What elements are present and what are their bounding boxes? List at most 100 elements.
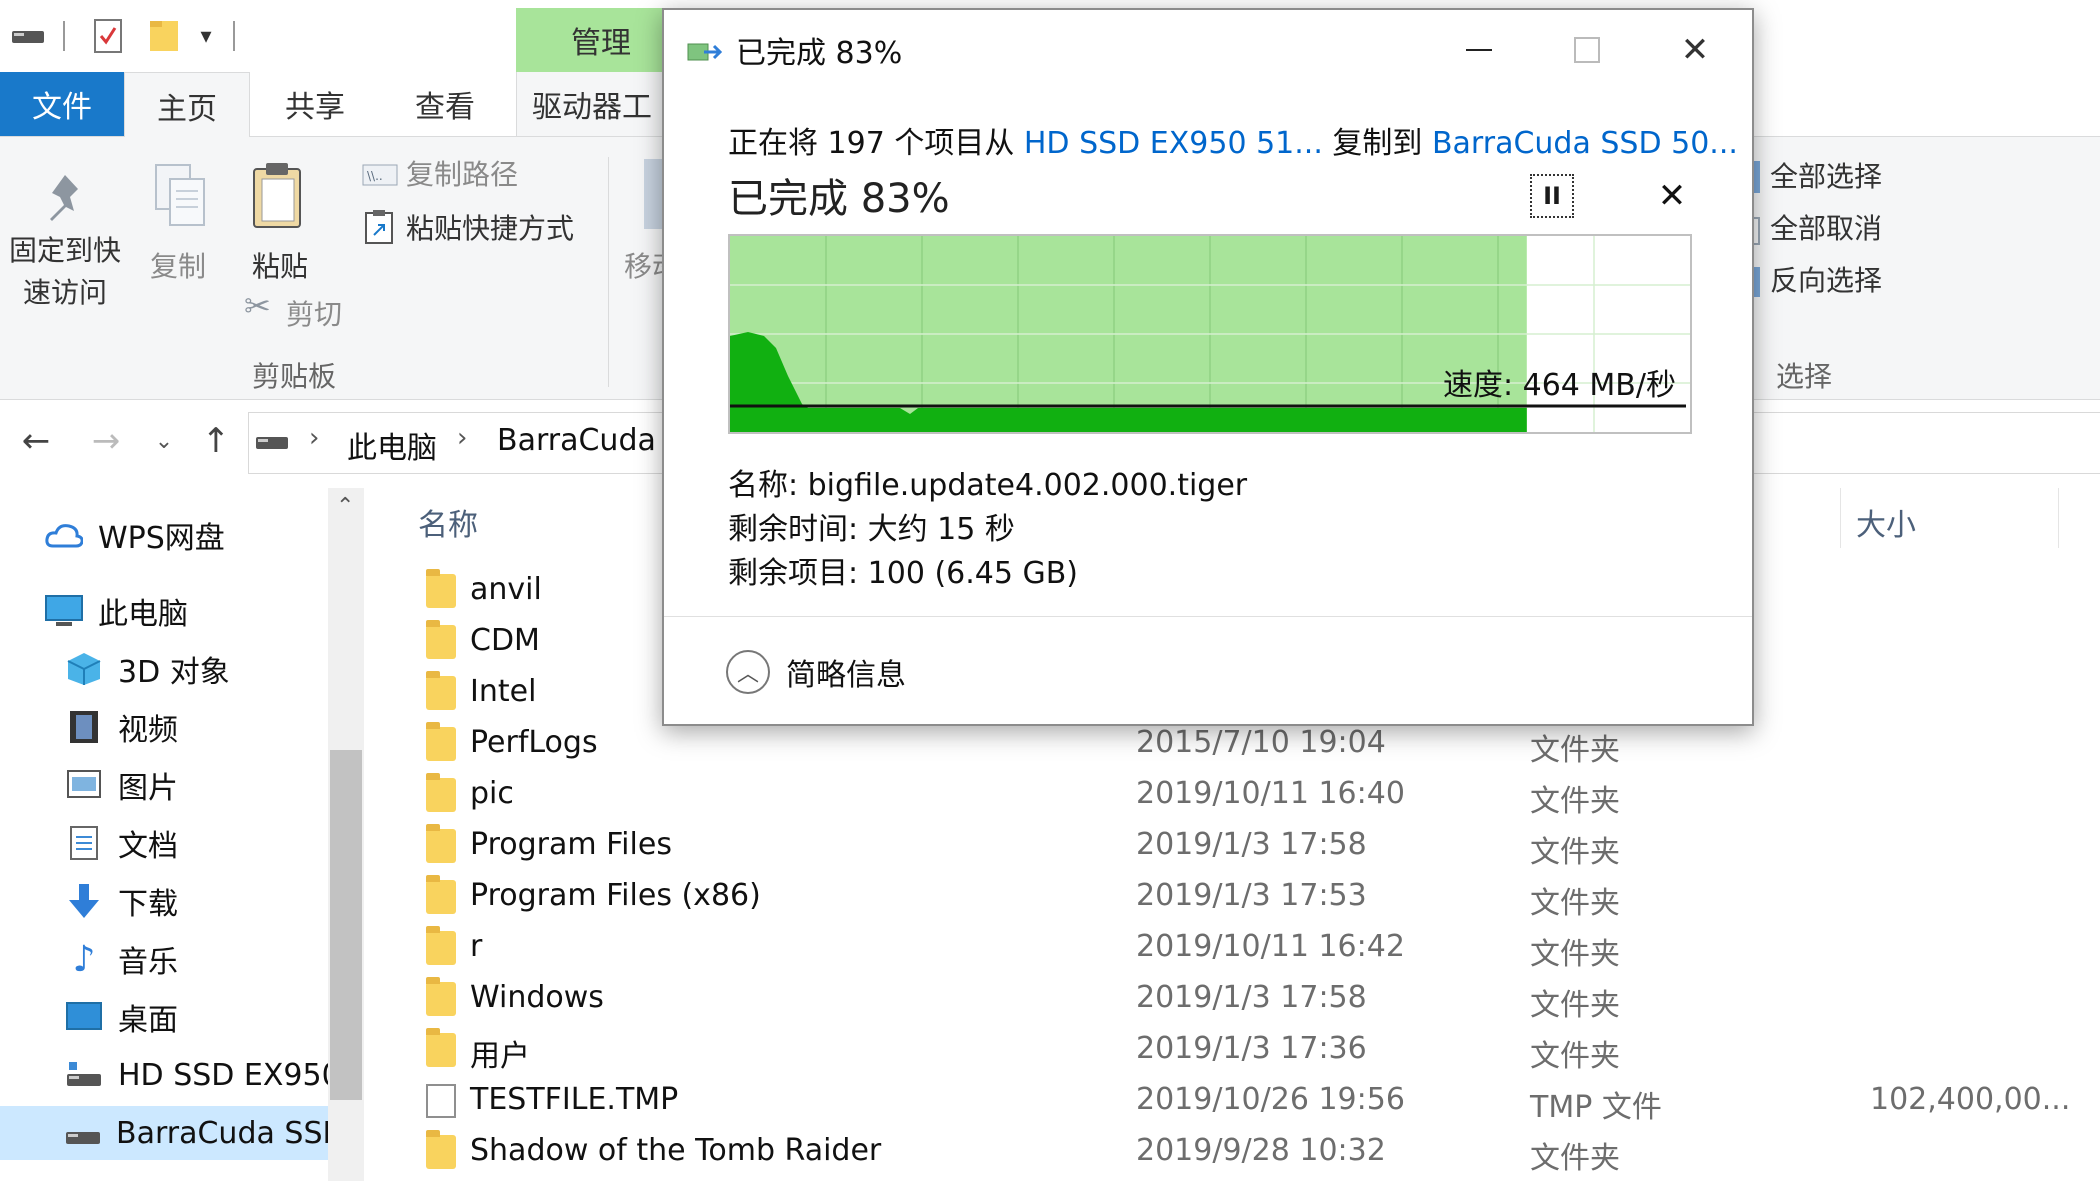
nav-item-pictures[interactable]: 图片 [64,758,178,812]
forward-arrow-icon[interactable]: → [84,418,128,464]
nav-item-label: WPS网盘 [98,521,225,556]
cut-button[interactable]: 剪切 [286,293,342,333]
tab-file[interactable]: 文件 [0,72,124,136]
back-arrow-icon[interactable]: ← [14,418,58,464]
nav-item-label: 下载 [118,887,178,922]
column-header-size[interactable]: 大小 [1856,500,1916,544]
destination-link[interactable]: BarraCuda SSD 50... [1432,126,1738,161]
nav-item-label: 音乐 [118,945,178,980]
nav-item-music[interactable]: ♪ 音乐 [64,932,179,986]
file-size: 102,400,00... [1870,1082,2071,1117]
cloud-icon [44,515,84,555]
new-folder-icon[interactable] [144,14,184,58]
drive-icon[interactable] [8,14,48,58]
breadcrumb-this-pc[interactable]: 此电脑 [347,423,437,467]
nav-item-label: BarraCuda SSD [116,1115,346,1151]
close-icon[interactable]: ✕ [1640,10,1750,90]
tab-drive-tools[interactable]: 驱动器工 [516,72,667,136]
copy-button[interactable]: 复制 [150,245,206,285]
breadcrumb-chevron-icon[interactable]: › [309,423,319,453]
file-date: 2019/10/11 16:40 [1136,776,1405,811]
file-row[interactable]: r 2019/10/11 16:42 文件夹 [420,923,2100,973]
file-name: r [470,929,483,964]
drive-icon [64,1055,104,1095]
column-header-name[interactable]: 名称 [418,500,478,544]
nav-item-videos[interactable]: 视频 [64,700,178,754]
copy-desc-prefix: 正在将 197 个项目从 [728,126,1024,161]
tab-view[interactable]: 查看 [380,72,510,136]
file-name: Intel [470,674,537,709]
dialog-title: 已完成 83% [736,36,903,71]
file-row[interactable]: Windows 2019/1/3 17:58 文件夹 [420,974,2100,1024]
file-row[interactable]: PerfLogs 2015/7/10 19:04 文件夹 [420,719,2100,769]
recent-locations-chevron-icon[interactable]: ⌄ [150,418,178,464]
file-row[interactable]: pic 2019/10/11 16:40 文件夹 [420,770,2100,820]
column-divider [1840,488,1841,548]
paste-shortcut-button[interactable]: 粘贴快捷方式 [406,207,574,247]
file-name: Program Files [470,827,672,862]
customize-toolbar-chevron-icon[interactable]: ▾ [194,14,218,58]
cancel-icon: ✕ [1657,176,1687,216]
up-arrow-icon[interactable]: ↑ [194,418,238,464]
file-row[interactable]: 用户 2019/1/3 17:36 文件夹 [420,1025,2100,1075]
copy-path-button[interactable]: 复制路径 [406,153,518,193]
file-name: pic [470,776,514,811]
file-date: 2019/10/26 19:56 [1136,1082,1405,1117]
paste-shortcut-icon [364,209,396,249]
file-type: 文件夹 [1530,937,1620,972]
items-remaining-line: 剩余项目: 100 (6.45 GB) [728,556,1079,591]
file-type: 文件夹 [1530,835,1620,870]
source-link[interactable]: HD SSD EX950 51... [1024,126,1323,161]
scissors-icon: ✂ [244,287,271,325]
file-row[interactable]: Shadow of the Tomb Raider 2019/9/28 10:32… [420,1127,2100,1177]
file-row[interactable]: Program Files (x86) 2019/1/3 17:53 文件夹 [420,872,2100,922]
nav-item-label: 文档 [118,829,178,864]
nav-item-label: 桌面 [118,1003,178,1038]
breadcrumb-chevron-icon[interactable]: › [457,423,467,453]
column-divider [2058,488,2059,548]
folder-icon [426,977,456,1016]
nav-item-this-pc[interactable]: 此电脑 [44,584,188,638]
file-type: 文件夹 [1530,886,1620,921]
nav-item-downloads[interactable]: 下载 [64,874,178,928]
ribbon-separator [608,157,609,387]
computer-icon [44,591,84,631]
nav-item-hd-ssd-ex950[interactable]: HD SSD EX950 [64,1048,341,1102]
file-date: 2019/10/11 16:42 [1136,929,1405,964]
copy-transfer-icon [686,38,726,70]
copy-desc-mid: 复制到 [1322,126,1432,161]
manage-label: 管理 [571,26,631,61]
file-name: PerfLogs [470,725,598,760]
file-type: 文件夹 [1530,733,1620,768]
download-icon [64,881,104,921]
nav-item-documents[interactable]: 文档 [64,816,178,870]
file-name: Shadow of the Tomb Raider [470,1133,882,1168]
nav-item-desktop[interactable]: 桌面 [64,990,178,1044]
tab-share[interactable]: 共享 [250,72,380,136]
properties-icon[interactable] [88,14,128,58]
pin-quick-access-button[interactable]: 固定到快 速访问 [0,229,130,311]
file-row[interactable]: Program Files 2019/1/3 17:58 文件夹 [420,821,2100,871]
nav-item-label: 视频 [118,713,178,748]
fewer-details-button[interactable]: ︿ 简略信息 [726,650,906,694]
select-all-button[interactable]: 全部选择 [1770,155,1882,195]
nav-item-barracuda-ssd[interactable]: BarraCuda SSD [0,1106,346,1160]
file-name: Windows [470,980,604,1015]
paste-button[interactable]: 粘贴 [252,245,308,285]
minimize-icon[interactable] [1424,10,1534,90]
pause-button[interactable]: II [1530,174,1574,218]
select-none-button[interactable]: 全部取消 [1770,207,1882,247]
cancel-copy-button[interactable]: ✕ [1652,176,1692,216]
tab-home[interactable]: 主页 [124,72,250,138]
folder-icon [426,875,456,914]
document-icon [64,823,104,863]
nav-item-3d-objects[interactable]: 3D 对象 [64,642,230,696]
file-row[interactable]: TESTFILE.TMP 2019/10/26 19:56 TMP 文件 102,40… [420,1076,2100,1126]
nav-item-wps-cloud[interactable]: WPS网盘 [44,508,225,562]
invert-selection-button[interactable]: 反向选择 [1770,259,1882,299]
nav-pane-scroll-thumb[interactable] [330,750,362,1100]
folder-icon [426,722,456,761]
file-name: CDM [470,623,540,658]
file-type: 文件夹 [1530,784,1620,819]
scroll-up-chevron-icon[interactable]: ⌃ [336,494,354,519]
